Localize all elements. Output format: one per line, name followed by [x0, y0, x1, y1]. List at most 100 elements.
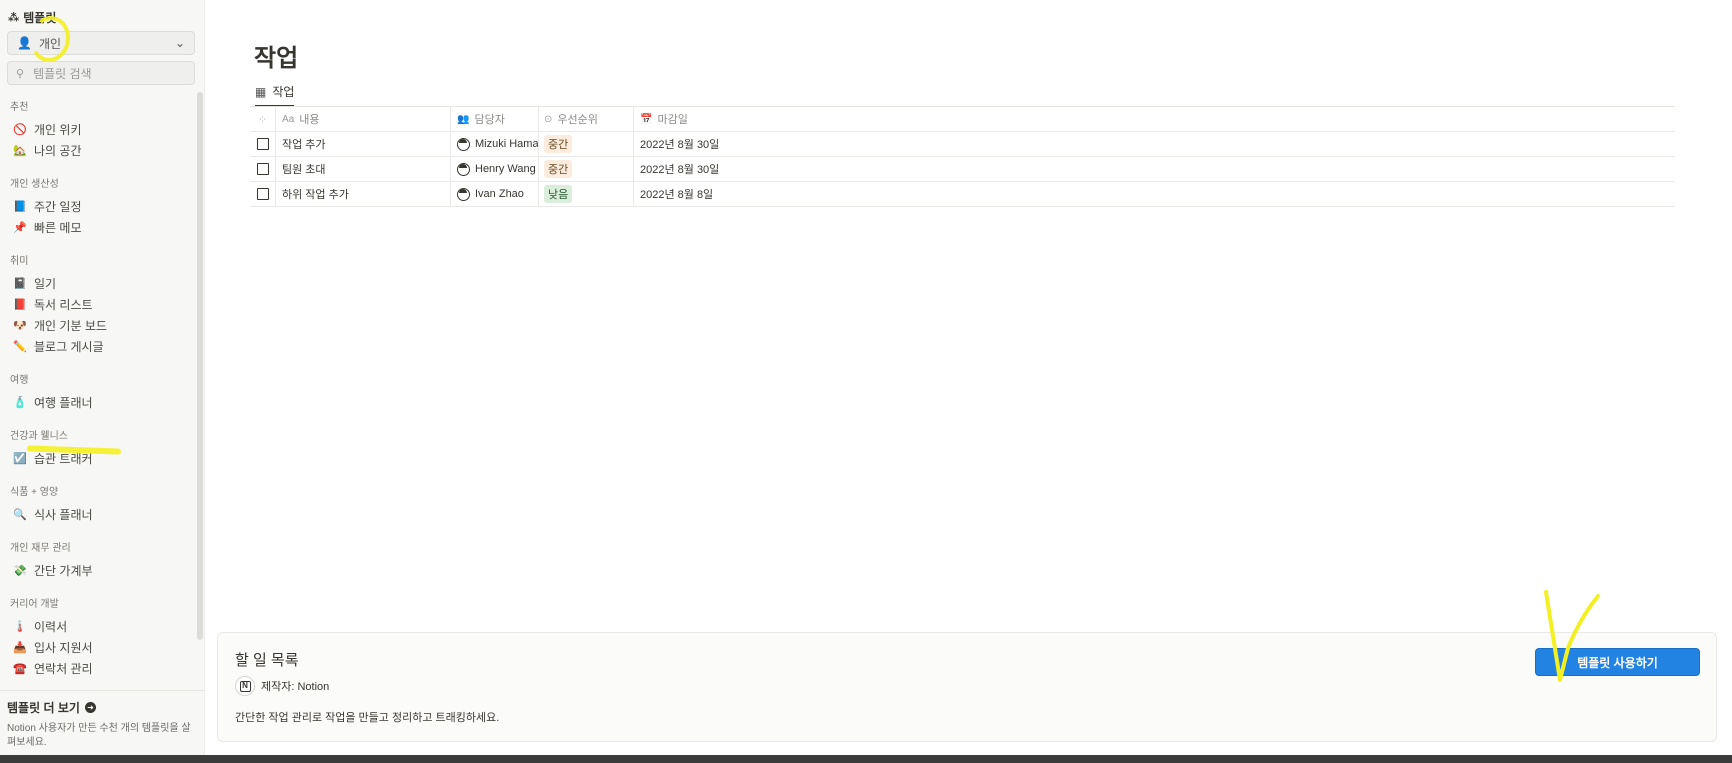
- pushpin-icon: 📌: [13, 222, 27, 234]
- checkbox-cell[interactable]: [250, 182, 276, 206]
- more-templates-description: Notion 사용자가 만든 수천 개의 템플릿을 살펴보세요.: [7, 723, 191, 748]
- loading-icon: ⁘: [257, 113, 268, 126]
- more-templates-section[interactable]: 템플릿 더 보기 ➜ Notion 사용자가 만든 수천 개의 템플릿을 살펴보…: [0, 690, 204, 755]
- checkbox-icon: ☑️: [13, 453, 27, 465]
- notebook-icon: 📓: [13, 278, 27, 290]
- view-tab-label: 작업: [272, 85, 295, 99]
- template-author: N 제작자: Notion: [235, 676, 329, 696]
- sidebar-item[interactable]: 📌 빠른 메모: [0, 217, 196, 238]
- sidebar-item-label: 연락처 관리: [34, 662, 93, 676]
- sidebar-item[interactable]: 📥 입사 지원서: [0, 637, 196, 658]
- assignee-name: Henry Wang: [475, 163, 536, 175]
- sidebar-item-label: 입사 지원서: [34, 641, 93, 655]
- avatar: [457, 162, 470, 176]
- phone-icon: ☎️: [13, 663, 27, 675]
- task-name-cell[interactable]: 작업 추가: [276, 132, 451, 156]
- table-row[interactable]: 하위 작업 추가 Ivan Zhao 낮음 2022년 8월 8일: [250, 182, 1675, 207]
- sidebar-section-label: 식품 + 영양: [10, 487, 59, 498]
- highlighter-checkmark-annotation: [1544, 590, 1600, 682]
- column-header-name[interactable]: Aa 내용: [276, 107, 451, 131]
- more-templates-label[interactable]: 템플릿 더 보기: [7, 699, 80, 716]
- checkbox[interactable]: [256, 138, 269, 150]
- table-view-tab[interactable]: ▦ 작업: [255, 83, 295, 107]
- due-date-cell[interactable]: 2022년 8월 8일: [634, 182, 1675, 206]
- sidebar-item-label: 개인 위키: [34, 123, 82, 137]
- book-icon: 📘: [13, 201, 27, 213]
- page-title: 작업: [254, 45, 299, 72]
- no-entry-icon: 🚫: [13, 124, 27, 136]
- sidebar-item[interactable]: 💸 간단 가계부: [0, 560, 196, 581]
- checkbox-cell[interactable]: [250, 157, 276, 181]
- checkbox[interactable]: [256, 188, 269, 200]
- task-name-cell[interactable]: 하위 작업 추가: [276, 182, 451, 206]
- sidebar-item[interactable]: 📕 독서 리스트: [0, 294, 196, 315]
- template-search-input[interactable]: ⚲ 템플릿 검색: [7, 61, 195, 85]
- checkbox[interactable]: [256, 163, 269, 175]
- sidebar-item-label: 블로그 게시글: [34, 340, 104, 354]
- inbox-icon: 📥: [13, 642, 27, 654]
- table-row[interactable]: 팀원 초대 Henry Wang 중간 2022년 8월 30일: [250, 157, 1675, 182]
- water-bottle-icon: 🧴: [13, 397, 27, 409]
- column-header-label: 마감일: [657, 114, 688, 126]
- assignee-cell[interactable]: Ivan Zhao: [451, 182, 539, 206]
- sidebar-item[interactable]: 🏡 나의 공간: [0, 140, 196, 161]
- sidebar-item[interactable]: 🐶 개인 기분 보드: [0, 315, 196, 336]
- sidebar-item[interactable]: 📓 일기: [0, 273, 196, 294]
- table-header: ⁘ Aa 내용 👥 담당자 ⊙ 우선순위 📅 마감일: [250, 107, 1675, 132]
- sidebar-section-label: 건강과 웰니스: [10, 431, 68, 442]
- dog-icon: 🐶: [13, 320, 27, 332]
- priority-tag: 중간: [544, 135, 573, 153]
- sidebar-section-label: 커리어 개발: [10, 599, 59, 610]
- due-date-cell[interactable]: 2022년 8월 30일: [634, 157, 1675, 181]
- sidebar-item-label: 간단 가계부: [34, 564, 93, 578]
- search-icon: ⚲: [16, 67, 25, 80]
- sidebar-item-label: 주간 일정: [34, 200, 82, 214]
- sidebar-item[interactable]: ✏️ 블로그 게시글: [0, 336, 196, 357]
- sidebar-section-label: 개인 재무 관리: [10, 543, 71, 554]
- task-table: ⁘ Aa 내용 👥 담당자 ⊙ 우선순위 📅 마감일 작업 추가 Mizuki Hama 중…: [250, 107, 1675, 207]
- sidebar-group: 여행 🧴 여행 플래너: [0, 371, 196, 413]
- thermometer-icon: 🌡️: [13, 621, 27, 633]
- column-header-assignee[interactable]: 👥 담당자: [451, 107, 539, 131]
- magnifier-icon: 🔍: [13, 509, 27, 521]
- sidebar-item[interactable]: 🌡️ 이력서: [0, 616, 196, 637]
- assignee-cell[interactable]: Mizuki Hama: [451, 132, 539, 156]
- assignee-cell[interactable]: Henry Wang: [451, 157, 539, 181]
- column-header-due-date[interactable]: 📅 마감일: [634, 107, 1675, 131]
- priority-cell[interactable]: 중간: [539, 157, 634, 181]
- priority-cell[interactable]: 낮음: [539, 182, 634, 206]
- sidebar-item[interactable]: 🚫 개인 위키: [0, 119, 196, 140]
- people-icon: 👥: [457, 113, 470, 125]
- sidebar-item-label: 개인 기분 보드: [34, 319, 107, 333]
- text-type-icon: Aa: [282, 113, 295, 125]
- template-description: 간단한 작업 관리로 작업을 만들고 정리하고 트래킹하세요.: [235, 712, 500, 724]
- sidebar-item-label: 빠른 메모: [34, 221, 82, 235]
- more-templates-title[interactable]: 템플릿 더 보기 ➜: [7, 699, 197, 716]
- avatar: [457, 187, 470, 201]
- sidebar-item-label: 나의 공간: [34, 144, 82, 158]
- due-date-cell[interactable]: 2022년 8월 30일: [634, 132, 1675, 156]
- avatar: [457, 137, 470, 151]
- select-type-icon: ⊙: [544, 113, 553, 125]
- template-author-text: 제작자: Notion: [261, 681, 330, 693]
- table-icon: ▦: [255, 84, 267, 99]
- sidebar-item[interactable]: 📘 주간 일정: [0, 196, 196, 217]
- task-name-cell[interactable]: 팀원 초대: [276, 157, 451, 181]
- sidebar-group: 식품 + 영양 🔍 식사 플래너: [0, 483, 196, 525]
- checkbox-cell[interactable]: [250, 132, 276, 156]
- sidebar-group: 개인 생산성 📘 주간 일정 📌 빠른 메모: [0, 175, 196, 238]
- sidebar-scrollbar[interactable]: [197, 92, 203, 640]
- priority-cell[interactable]: 중간: [539, 132, 634, 156]
- sidebar-section-label: 개인 생산성: [10, 179, 59, 190]
- table-row[interactable]: 작업 추가 Mizuki Hama 중간 2022년 8월 30일: [250, 132, 1675, 157]
- template-title: 할 일 목록: [235, 652, 299, 669]
- shapes-icon: ⁂: [8, 12, 20, 24]
- priority-tag: 낮음: [544, 185, 573, 203]
- pencil-icon: ✏️: [13, 341, 27, 353]
- template-preview: 작업 ▦ 작업 ⁘ Aa 내용 👥 담당자 ⊙ 우선순위 📅 마감일 작업 추가 Mizu…: [205, 0, 1732, 755]
- sidebar-item[interactable]: ☎️ 연락처 관리: [0, 658, 196, 679]
- sidebar-item-label: 독서 리스트: [34, 298, 93, 312]
- sidebar-item[interactable]: 🧴 여행 플래너: [0, 392, 196, 413]
- column-header-priority[interactable]: ⊙ 우선순위: [539, 107, 634, 131]
- sidebar-item[interactable]: 🔍 식사 플래너: [0, 504, 196, 525]
